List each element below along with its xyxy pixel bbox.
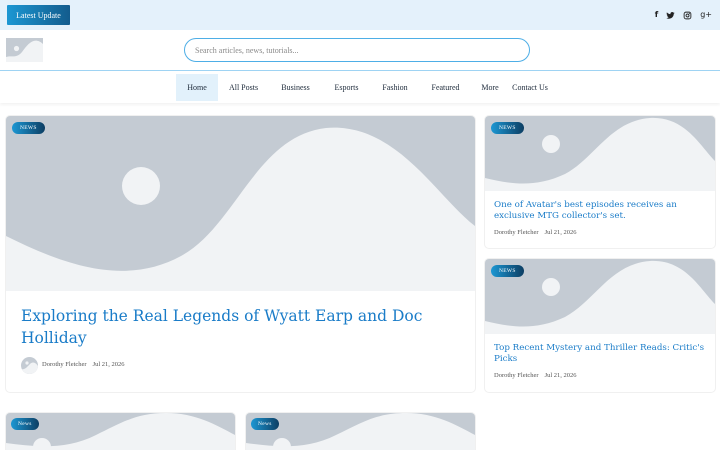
image-placeholder-icon[interactable]	[6, 38, 43, 62]
nav-item-featured[interactable]: Featured	[424, 74, 467, 101]
featured-post-title[interactable]: Exploring the Real Legends of Wyatt Earp…	[21, 305, 461, 349]
post-meta: Dorothy Fletcher Jul 21, 2026	[494, 229, 577, 236]
main-nav: Home All Posts Business Esports Fashion …	[0, 72, 720, 103]
nav-item-fashion[interactable]: Fashion	[375, 74, 415, 101]
category-badge[interactable]: NEWS	[491, 265, 524, 277]
nav-item-esports[interactable]: Esports	[326, 74, 367, 101]
post-meta: Dorothy Fletcher Jul 21, 2026	[494, 372, 577, 379]
post-date: Jul 21, 2026	[544, 372, 577, 379]
side-post-card[interactable]: NEWS One of Avatar's best episodes recei…	[485, 116, 715, 248]
nav-item-all-posts[interactable]: All Posts	[222, 74, 265, 101]
bottom-post-card[interactable]: News	[6, 413, 235, 450]
search-input[interactable]	[184, 38, 530, 62]
nav-item-business[interactable]: Business	[273, 74, 318, 101]
post-title[interactable]: One of Avatar's best episodes receives a…	[494, 200, 706, 222]
facebook-icon[interactable]: f	[655, 8, 658, 22]
post-image	[6, 413, 235, 450]
category-badge[interactable]: News	[11, 418, 39, 430]
latest-update-button[interactable]: Latest Update	[7, 5, 70, 25]
post-title[interactable]: Top Recent Mystery and Thriller Reads: C…	[494, 343, 706, 365]
post-meta: Dorothy Fletcher Jul 21, 2026	[42, 361, 125, 368]
category-badge[interactable]: NEWS	[491, 122, 524, 134]
author-avatar[interactable]	[21, 357, 38, 374]
author-name[interactable]: Dorothy Fletcher	[494, 229, 539, 236]
side-post-card[interactable]: NEWS Top Recent Mystery and Thriller Rea…	[485, 259, 715, 392]
google-plus-icon[interactable]: g+	[700, 8, 712, 22]
featured-image	[6, 116, 475, 291]
post-image	[246, 413, 475, 450]
post-date: Jul 21, 2026	[544, 229, 577, 236]
post-date: Jul 21, 2026	[92, 361, 125, 368]
top-bar: Latest Update f g+	[0, 0, 720, 30]
featured-post-card[interactable]: NEWS Exploring the Real Legends of Wyatt…	[6, 116, 475, 392]
social-links: f g+	[655, 8, 712, 22]
nav-item-more[interactable]: More	[476, 74, 504, 101]
twitter-icon[interactable]	[666, 8, 675, 22]
nav-item-home[interactable]: Home	[176, 74, 218, 101]
instagram-icon[interactable]	[683, 8, 692, 22]
category-badge[interactable]: NEWS	[12, 122, 45, 134]
bottom-post-card[interactable]: News	[246, 413, 475, 450]
author-name[interactable]: Dorothy Fletcher	[42, 361, 87, 368]
author-name[interactable]: Dorothy Fletcher	[494, 372, 539, 379]
nav-item-contact-us[interactable]: Contact Us	[508, 74, 552, 101]
category-badge[interactable]: News	[251, 418, 279, 430]
